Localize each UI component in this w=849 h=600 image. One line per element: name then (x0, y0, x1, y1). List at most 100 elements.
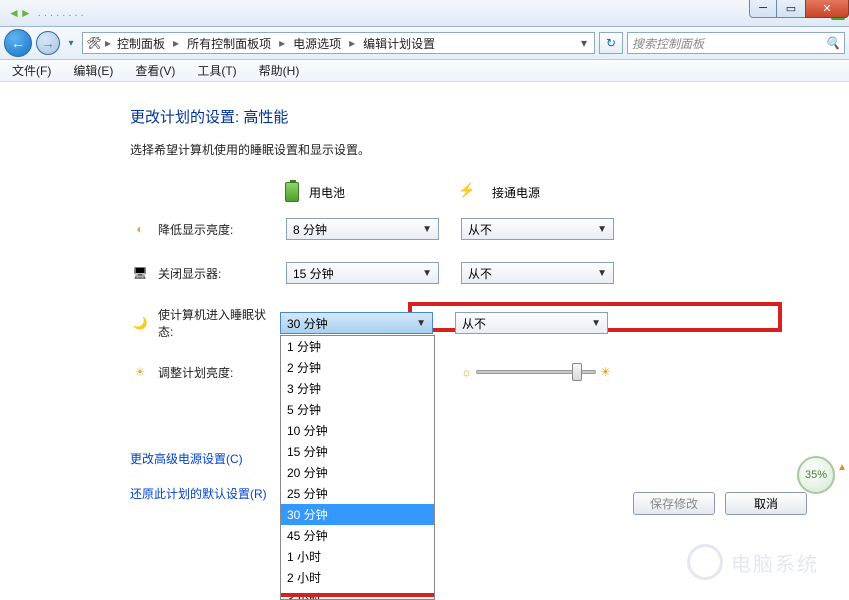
action-buttons: 保存修改 取消 (633, 492, 807, 515)
dropdown-option[interactable]: 10 分钟 (281, 420, 434, 441)
dropdown-list: 1 分钟2 分钟3 分钟5 分钟10 分钟15 分钟20 分钟25 分钟30 分… (280, 335, 435, 600)
setting-row-dim: 降低显示亮度: 8 分钟 ▼ 从不 ▼ (130, 218, 849, 240)
dropdown-option[interactable]: 2 分钟 (281, 357, 434, 378)
chevron-down-icon: ▼ (416, 318, 426, 329)
menu-edit[interactable]: 编辑(E) (69, 60, 117, 81)
annotation-highlight (280, 593, 435, 600)
content-area: 更改计划的设置: 高性能 选择希望计算机使用的睡眠设置和显示设置。 用电池 接通… (0, 82, 849, 502)
menu-file[interactable]: 文件(F) (8, 60, 55, 81)
page-description: 选择希望计算机使用的睡眠设置和显示设置。 (130, 141, 849, 158)
dropdown-value: 30 分钟 (287, 315, 328, 332)
battery-label: 用电池 (309, 184, 345, 201)
dropdown-value: 从不 (462, 315, 486, 332)
search-icon: 🔍 (825, 36, 840, 50)
breadcrumb-separator: ▸ (347, 36, 357, 50)
battery-badge: 35% (797, 456, 835, 494)
slider-thumb[interactable] (572, 363, 582, 381)
save-button[interactable]: 保存修改 (633, 492, 715, 515)
dropdown-option[interactable]: 20 分钟 (281, 462, 434, 483)
chevron-down-icon: ▼ (422, 224, 432, 235)
breadcrumb-separator: ▸ (171, 36, 181, 50)
dropdown-option[interactable]: 2 小时 (281, 567, 434, 588)
setting-row-display: 关闭显示器: 15 分钟 ▼ 从不 ▼ (130, 262, 849, 284)
dropdown-value: 从不 (468, 221, 492, 238)
dropdown-value: 8 分钟 (293, 221, 327, 238)
breadcrumb-item[interactable]: 编辑计划设置 (359, 33, 439, 54)
search-input[interactable]: 搜索控制面板 🔍 (627, 32, 845, 54)
control-panel-icon: 🛠 (85, 34, 103, 52)
titlebar-nav-icon: ◄► (8, 6, 32, 20)
sleep-battery-dropdown[interactable]: 30 分钟 ▼ 1 分钟2 分钟3 分钟5 分钟10 分钟15 分钟20 分钟2… (280, 312, 433, 334)
plugged-label: 接通电源 (492, 184, 540, 201)
watermark-logo-icon (687, 544, 723, 580)
brightness-plugged-slider[interactable]: ☼ ☀ (461, 365, 614, 379)
page-title: 更改计划的设置: 高性能 (130, 106, 849, 127)
titlebar-text: . . . . . . . . (38, 7, 831, 19)
sleep-plugged-dropdown[interactable]: 从不 ▼ (455, 312, 608, 334)
dropdown-option[interactable]: 3 分钟 (281, 378, 434, 399)
watermark-text: 电脑系统 (731, 548, 819, 577)
maximize-button[interactable]: ▭ (777, 0, 805, 18)
dropdown-option[interactable]: 30 分钟 (281, 504, 434, 525)
watermark: 电脑系统 (687, 544, 819, 580)
dropdown-option[interactable]: 1 分钟 (281, 336, 434, 357)
forward-button[interactable]: → (36, 31, 60, 55)
display-label: 关闭显示器: (158, 265, 286, 282)
setting-row-brightness: 调整计划亮度: ☼ ☀ ☼ ☀ (130, 362, 849, 382)
sleep-icon (130, 313, 150, 333)
breadcrumb-item[interactable]: 电源选项 (289, 33, 345, 54)
breadcrumb-item[interactable]: 控制面板 (113, 33, 169, 54)
setting-row-sleep: 使计算机进入睡眠状态: 30 分钟 ▼ 1 分钟2 分钟3 分钟5 分钟10 分… (130, 306, 849, 340)
cancel-button[interactable]: 取消 (725, 492, 807, 515)
display-plugged-dropdown[interactable]: 从不 ▼ (461, 262, 614, 284)
address-bar[interactable]: 🛠 ▸ 控制面板 ▸ 所有控制面板项 ▸ 电源选项 ▸ 编辑计划设置 ▾ (82, 32, 595, 54)
minimize-button[interactable]: ─ (749, 0, 777, 18)
brightness-label: 调整计划亮度: (158, 364, 286, 381)
breadcrumb-item[interactable]: 所有控制面板项 (183, 33, 275, 54)
monitor-icon (130, 263, 150, 283)
dropdown-value: 15 分钟 (293, 265, 334, 282)
menu-tools[interactable]: 工具(T) (193, 60, 240, 81)
battery-column-header: 用电池 (285, 182, 460, 202)
dim-brightness-icon (130, 219, 150, 239)
dropdown-value: 从不 (468, 265, 492, 282)
sleep-label: 使计算机进入睡眠状态: (158, 306, 280, 340)
dropdown-option[interactable]: 5 分钟 (281, 399, 434, 420)
menu-help[interactable]: 帮助(H) (255, 60, 304, 81)
close-button[interactable]: ✕ (805, 0, 849, 18)
dim-battery-dropdown[interactable]: 8 分钟 ▼ (286, 218, 439, 240)
brightness-icon (130, 362, 150, 382)
chevron-down-icon: ▼ (591, 318, 601, 329)
window-titlebar: ◄► . . . . . . . . ─ ▭ ✕ (0, 0, 849, 27)
battery-icon (285, 182, 299, 202)
dropdown-option[interactable]: 15 分钟 (281, 441, 434, 462)
dim-label: 降低显示亮度: (158, 221, 286, 238)
dropdown-option[interactable]: 25 分钟 (281, 483, 434, 504)
window-controls: ─ ▭ ✕ (749, 0, 849, 18)
breadcrumb-separator: ▸ (103, 36, 113, 50)
column-headers: 用电池 接通电源 (130, 182, 849, 202)
chevron-down-icon: ▼ (597, 224, 607, 235)
address-dropdown-icon[interactable]: ▾ (576, 36, 592, 50)
dropdown-option[interactable]: 45 分钟 (281, 525, 434, 546)
dropdown-option[interactable]: 1 小时 (281, 546, 434, 567)
breadcrumb-separator: ▸ (277, 36, 287, 50)
sun-dim-icon: ☼ (461, 365, 472, 379)
navigation-bar: ← → ▾ 🛠 ▸ 控制面板 ▸ 所有控制面板项 ▸ 电源选项 ▸ 编辑计划设置… (0, 27, 849, 60)
advanced-settings-link[interactable]: 更改高级电源设置(C) (130, 450, 849, 467)
menu-view[interactable]: 查看(V) (131, 60, 179, 81)
search-placeholder: 搜索控制面板 (632, 35, 704, 52)
slider-track[interactable] (476, 370, 596, 374)
chevron-down-icon: ▼ (422, 268, 432, 279)
back-button[interactable]: ← (4, 29, 32, 57)
menu-bar: 文件(F) 编辑(E) 查看(V) 工具(T) 帮助(H) (0, 60, 849, 82)
breadcrumb: 控制面板 ▸ 所有控制面板项 ▸ 电源选项 ▸ 编辑计划设置 (113, 33, 576, 54)
display-battery-dropdown[interactable]: 15 分钟 ▼ (286, 262, 439, 284)
refresh-button[interactable]: ↻ (599, 32, 623, 54)
dim-plugged-dropdown[interactable]: 从不 ▼ (461, 218, 614, 240)
sun-bright-icon: ☀ (600, 365, 611, 379)
plugged-column-header: 接通电源 (460, 184, 635, 201)
chevron-down-icon: ▼ (597, 268, 607, 279)
history-dropdown-button[interactable]: ▾ (64, 32, 78, 54)
plug-icon (460, 186, 482, 198)
